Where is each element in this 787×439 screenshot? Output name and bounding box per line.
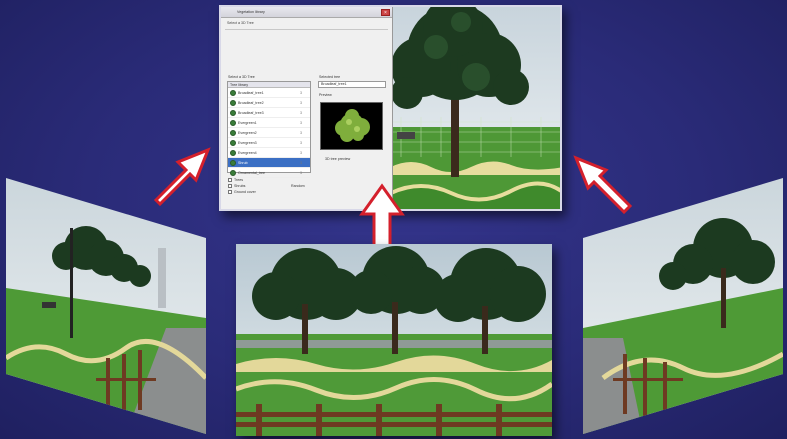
tree-preview [320, 102, 383, 150]
preview-caption: 3D tree preview [325, 157, 351, 161]
left-road-scene [6, 178, 206, 434]
library-item[interactable]: Ornamental_tree 3 [228, 168, 310, 178]
library-header-label: Tree library [230, 82, 249, 87]
library-item[interactable]: Broadleaf_tree3 3 [228, 108, 310, 118]
tree-icon [230, 129, 236, 136]
checkbox[interactable] [228, 184, 232, 188]
option-label: Shrubs [234, 184, 246, 188]
tree-library-list[interactable]: Tree library Broadleaf_tree1 3 Broadleaf_t… [227, 81, 311, 178]
preview-label: Preview [319, 93, 332, 97]
library-item-name: Ornamental_tree [238, 170, 265, 175]
checkbox[interactable] [228, 178, 232, 182]
library-item-name: Broadleaf_tree2 [238, 100, 264, 105]
close-icon[interactable]: × [381, 9, 390, 16]
library-item-name: Shrub [238, 160, 248, 165]
tree-icon [230, 119, 236, 126]
library-item-flag: 3 [300, 150, 302, 155]
library-item-name: Broadleaf_tree1 [238, 90, 264, 95]
library-item-flag: 3 [300, 110, 302, 115]
library-item-flag: 3 [300, 90, 302, 95]
dialog-title: Vegetation library [237, 10, 265, 14]
library-item-name: Evergreen4 [238, 150, 257, 155]
option-label: Trees [234, 178, 244, 182]
tree-icon [230, 149, 236, 156]
tree-icon [230, 89, 236, 96]
dialog-subtitle: Select a 3D Tree [227, 21, 254, 25]
library-item-name: Evergreen1 [238, 120, 257, 125]
library-item-name: Evergreen3 [238, 140, 257, 145]
selection-label: Selected tree [319, 75, 341, 79]
tree-icon [230, 109, 236, 116]
library-item[interactable]: Evergreen2 3 [228, 128, 310, 138]
library-item[interactable]: Broadleaf_tree1 3 [228, 88, 310, 98]
library-item[interactable]: Evergreen1 3 [228, 118, 310, 128]
option-ground-cover[interactable]: Ground cover [228, 190, 256, 194]
dialog-titlebar: Vegetation library × [221, 7, 392, 18]
tree-icon [230, 139, 236, 146]
library-item[interactable]: Broadleaf_tree2 3 [228, 98, 310, 108]
divider [225, 29, 388, 30]
library-item-name: Broadleaf_tree3 [238, 110, 264, 115]
tree-icon [230, 159, 236, 166]
tree-icon [230, 169, 236, 176]
trees-row-scene [236, 244, 552, 436]
library-item[interactable]: Shrub 3 [228, 158, 310, 168]
library-item-flag: 3 [300, 170, 302, 175]
option-label: Ground cover [234, 190, 256, 194]
shrub-preview-icon [335, 109, 370, 142]
tree-icon [230, 99, 236, 106]
random-label: Random [291, 184, 305, 188]
road-view-front [236, 244, 552, 436]
library-item-flag: 3 [300, 100, 302, 105]
checkbox[interactable] [228, 190, 232, 194]
selection-dropdown[interactable]: Broadleaf_tree1 [318, 81, 386, 88]
option-random[interactable]: Random [291, 184, 305, 188]
library-item-name: Evergreen2 [238, 130, 257, 135]
option-shrubs[interactable]: Shrubs [228, 184, 245, 188]
library-item-flag: 3 [300, 120, 302, 125]
library-item[interactable]: Evergreen4 3 [228, 148, 310, 158]
library-item[interactable]: Evergreen3 3 [228, 138, 310, 148]
road-view-left [6, 178, 206, 434]
library-item-flag: 3 [300, 130, 302, 135]
library-label: Select a 3D Tree [228, 75, 255, 79]
right-road-scene [583, 178, 783, 434]
road-view-right [583, 178, 783, 434]
option-trees[interactable]: Trees [228, 178, 243, 182]
library-item-flag: 3 [300, 160, 302, 165]
library-item-flag: 3 [300, 140, 302, 145]
